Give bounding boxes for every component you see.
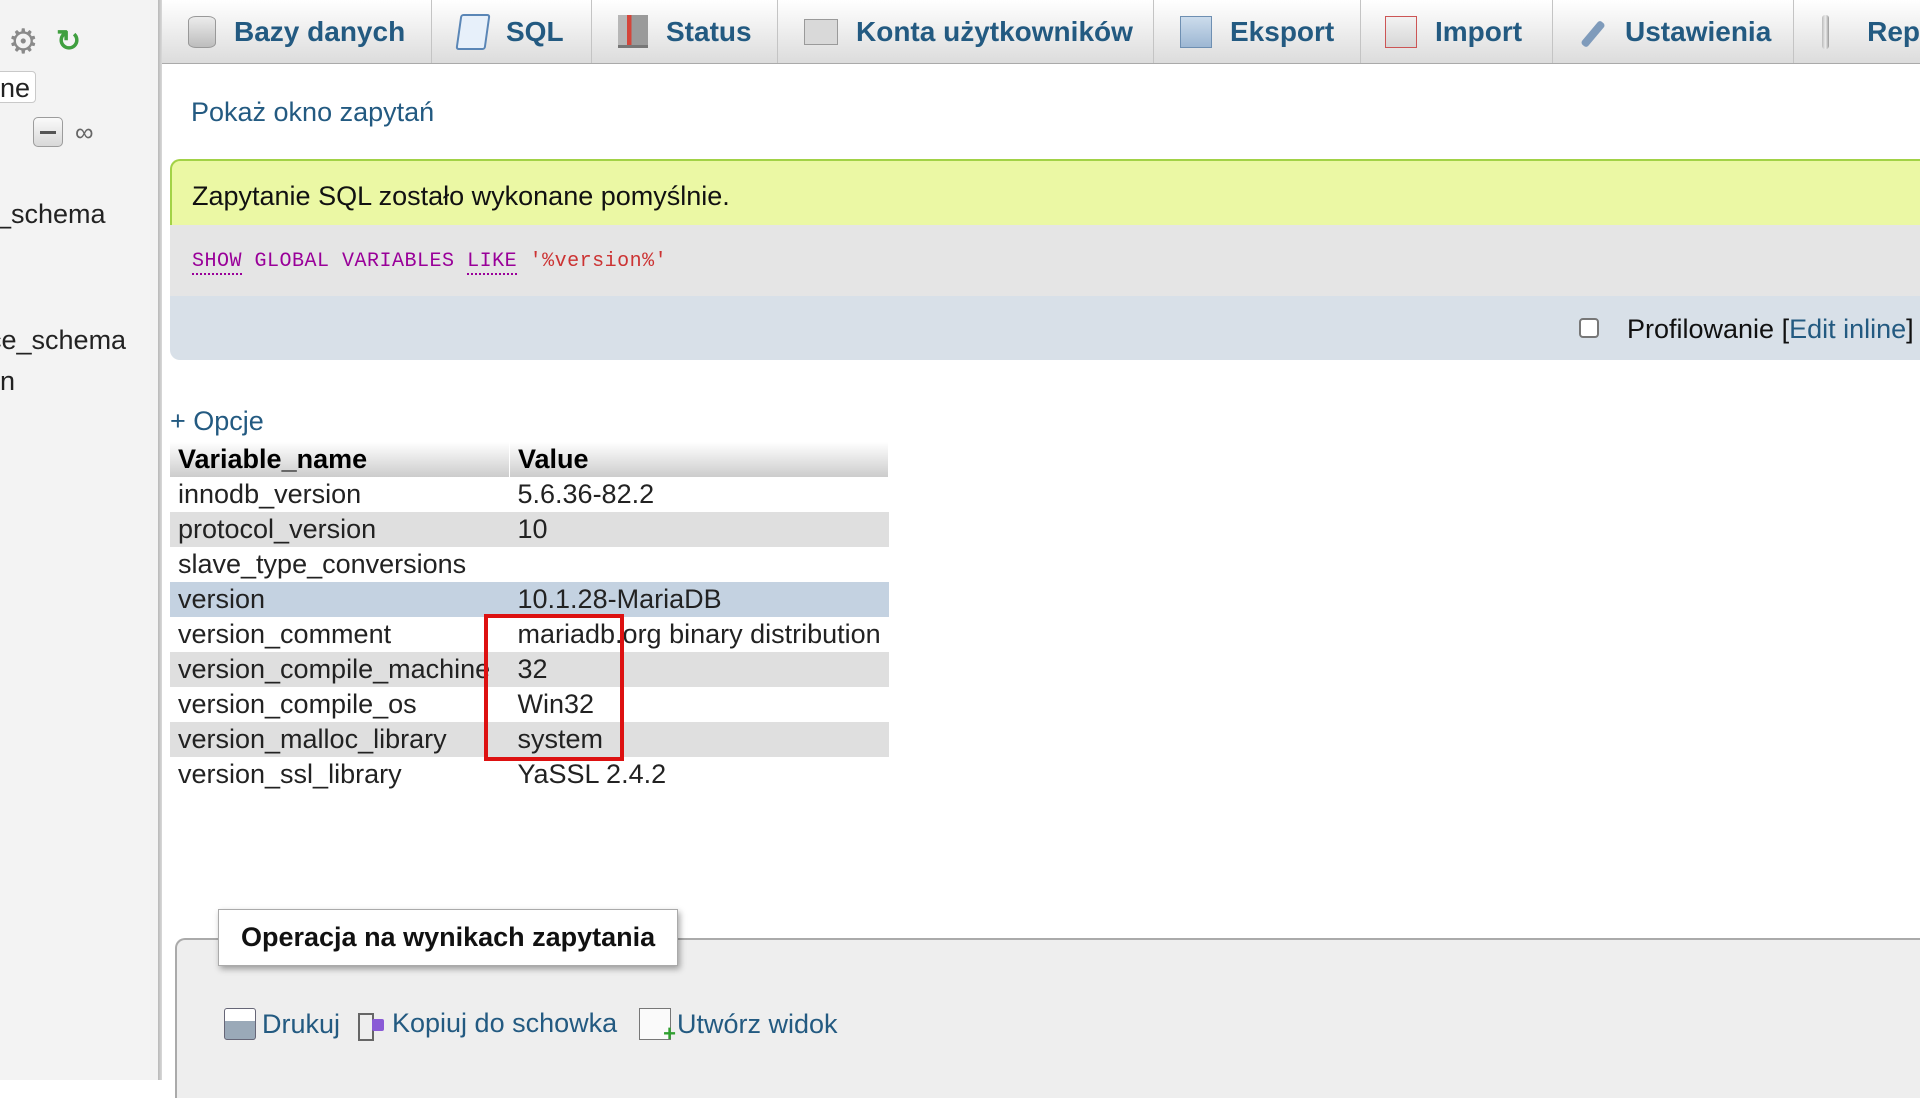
cell-value: 5.6.36-82.2 <box>509 477 889 512</box>
cell-value: 10.1.28-MariaDB <box>509 582 889 617</box>
tab-label: Rep <box>1867 15 1920 47</box>
status-icon <box>618 15 648 48</box>
cell-value: 10 <box>509 512 889 547</box>
cell-variable-name: version_compile_machine <box>170 652 510 687</box>
tab-label: SQL <box>506 15 564 47</box>
wrench-icon <box>1577 15 1607 49</box>
edit-inline-link[interactable]: Edit inline <box>1789 314 1906 344</box>
cell-variable-name: version_ssl_library <box>170 757 510 792</box>
column-header-variable-name[interactable]: Variable_name <box>170 442 510 477</box>
profiling-text: Profilowanie [ <box>1627 314 1790 344</box>
sql-query-text[interactable]: SHOW GLOBAL VARIABLES LIKE '%version%' <box>192 250 668 275</box>
tab-status[interactable]: Status <box>592 0 778 63</box>
column-header-value[interactable]: Value <box>509 442 890 477</box>
table-row-highlighted[interactable]: version 10.1.28-MariaDB <box>170 582 889 617</box>
success-message: Zapytanie SQL zostało wykonane pomyślnie… <box>192 181 730 211</box>
tab-label: Eksport <box>1230 15 1335 47</box>
profiling-label: Profilowanie [Edit inline] <box>1627 314 1914 345</box>
cell-variable-name: innodb_version <box>170 477 510 512</box>
user-accounts-icon <box>804 18 838 45</box>
red-annotation-box <box>484 614 624 761</box>
sql-keyword-global-variables: GLOBAL VARIABLES <box>254 250 455 273</box>
cell-value <box>509 547 889 582</box>
tab-export[interactable]: Eksport <box>1154 0 1361 63</box>
copy-to-clipboard-link[interactable]: Kopiuj do schowka <box>356 1008 618 1041</box>
cell-value: YaSSL 2.4.2 <box>509 757 889 792</box>
gear-icon[interactable]: ⚙ <box>8 25 38 59</box>
navigation-panel: ⚙ ↻ ne ∞ _schema ce_schema in <box>0 0 158 1080</box>
top-menu-bar: Bazy danych SQL Status Konta użytkownikó… <box>162 0 1920 64</box>
tab-label: Bazy danych <box>234 15 406 47</box>
tab-user-accounts[interactable]: Konta użytkowników <box>778 0 1154 63</box>
export-icon <box>1180 15 1212 48</box>
create-view-icon <box>639 1008 676 1047</box>
navigation-filter-input[interactable]: ne <box>0 71 36 103</box>
copy-clipboard-icon <box>356 1009 386 1041</box>
create-view-link[interactable]: Utwórz widok <box>639 1008 838 1047</box>
replication-icon <box>1822 14 1830 49</box>
import-icon <box>1385 15 1417 48</box>
tab-settings[interactable]: Ustawienia <box>1553 0 1794 63</box>
cell-variable-name: version_compile_os <box>170 687 510 722</box>
link-icon[interactable]: ∞ <box>75 119 94 145</box>
collapse-all-button[interactable] <box>33 117 63 147</box>
tab-import[interactable]: Import <box>1361 0 1553 63</box>
sql-keyword-show[interactable]: SHOW <box>192 250 243 275</box>
cell-variable-name: version <box>170 582 510 617</box>
table-row[interactable]: innodb_version 5.6.36-82.2 <box>170 477 889 512</box>
sql-string-literal: '%version%' <box>529 250 668 273</box>
show-query-window-link[interactable]: Pokaż okno zapytań <box>191 97 434 128</box>
tab-sql[interactable]: SQL <box>432 0 592 63</box>
tab-replication[interactable]: Rep <box>1794 0 1920 63</box>
tab-label: Status <box>666 15 752 47</box>
nav-database-item[interactable]: in <box>0 366 15 397</box>
cell-variable-name: protocol_version <box>170 512 510 547</box>
cell-variable-name: slave_type_conversions <box>170 547 510 582</box>
print-link[interactable]: Drukuj <box>224 1008 340 1040</box>
reload-icon[interactable]: ↻ <box>56 27 81 57</box>
table-row[interactable]: slave_type_conversions <box>170 547 889 582</box>
tab-label: Ustawienia <box>1625 15 1772 47</box>
table-row[interactable]: protocol_version 10 <box>170 512 889 547</box>
print-label: Drukuj <box>262 1008 341 1039</box>
cell-variable-name: version_comment <box>170 617 510 652</box>
options-toggle-link[interactable]: + Opcje <box>170 406 264 437</box>
tab-label: Import <box>1435 15 1523 47</box>
database-icon <box>188 15 216 48</box>
table-header-row: Variable_name Value <box>170 442 890 477</box>
nav-database-item[interactable]: _schema <box>0 199 106 230</box>
query-results-operations-legend: Operacja na wynikach zapytania <box>218 909 679 966</box>
table-row[interactable]: version_ssl_library YaSSL 2.4.2 <box>170 757 889 792</box>
tab-label: Konta użytkowników <box>856 15 1133 47</box>
cell-variable-name: version_malloc_library <box>170 722 510 757</box>
sql-icon <box>455 13 491 50</box>
printer-icon <box>224 1008 256 1040</box>
nav-database-item[interactable]: ce_schema <box>0 325 126 356</box>
profiling-checkbox[interactable] <box>1579 318 1599 338</box>
tab-databases[interactable]: Bazy danych <box>162 0 432 63</box>
copy-label: Kopiuj do schowka <box>392 1008 618 1038</box>
navigation-resize-handle[interactable] <box>158 0 162 1080</box>
sql-keyword-like[interactable]: LIKE <box>467 250 518 275</box>
create-view-label: Utwórz widok <box>677 1008 838 1039</box>
profiling-close-bracket: ] <box>1906 314 1914 344</box>
